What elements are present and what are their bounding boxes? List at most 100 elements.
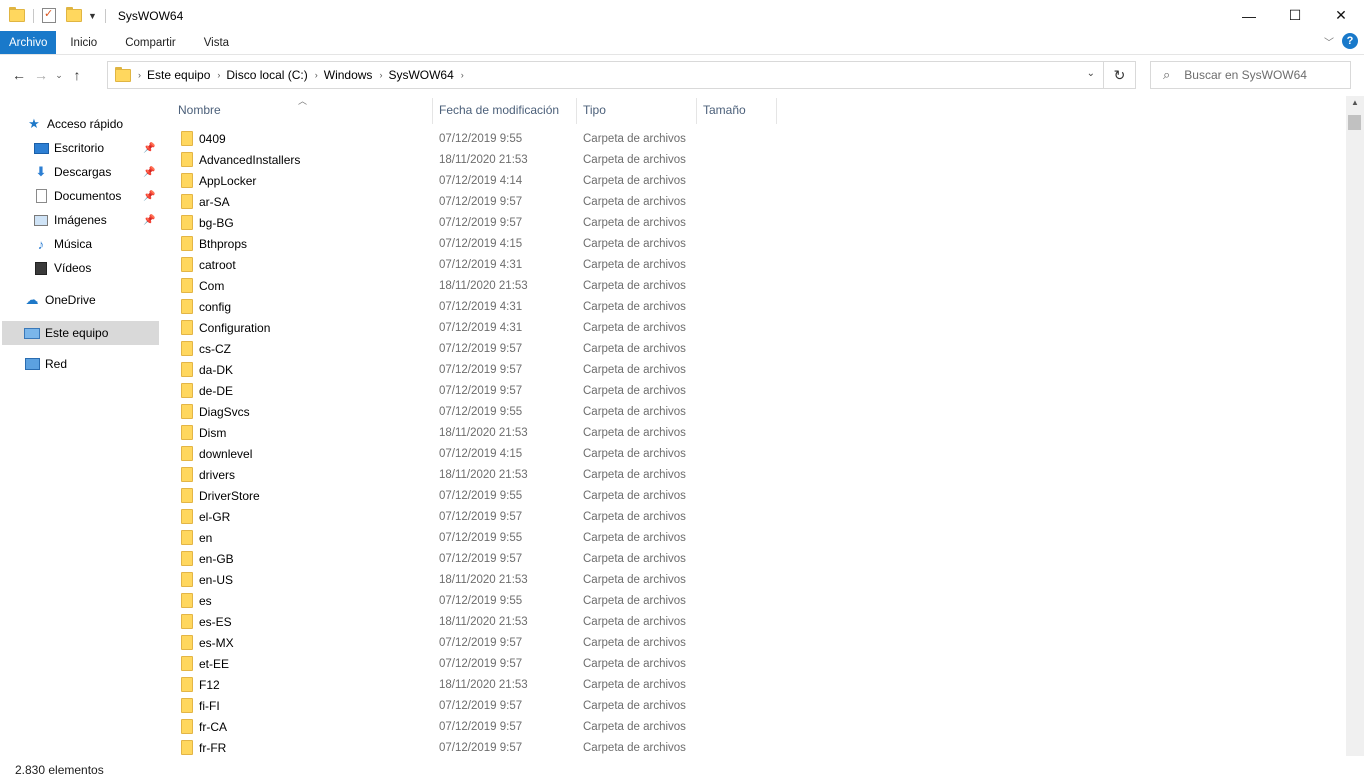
table-row[interactable]: da-DK 07/12/2019 9:57 Carpeta de archivos: [160, 359, 1340, 380]
tab-vista[interactable]: Vista: [190, 31, 243, 54]
pin-icon[interactable]: 📌: [143, 191, 155, 202]
vertical-scrollbar[interactable]: ▲: [1346, 96, 1364, 756]
file-date: 07/12/2019 9:55: [439, 531, 523, 544]
column-divider[interactable]: [576, 98, 577, 124]
table-row[interactable]: catroot 07/12/2019 4:31 Carpeta de archivo…: [160, 254, 1340, 275]
pin-icon[interactable]: 📌: [143, 143, 155, 154]
file-name: de-DE: [199, 383, 234, 398]
recent-locations-chevron-icon[interactable]: ⌄: [52, 70, 66, 81]
search-box[interactable]: ⌕: [1150, 61, 1351, 89]
column-divider[interactable]: [776, 98, 777, 124]
up-arrow-icon[interactable]: ↑: [66, 67, 88, 83]
table-row[interactable]: F12 18/11/2020 21:53 Carpeta de archivos: [160, 674, 1340, 695]
address-bar[interactable]: › Este equipo › Disco local (C:) › Windo…: [107, 61, 1104, 89]
file-type: Carpeta de archivos: [583, 678, 686, 691]
properties-icon[interactable]: [42, 7, 56, 23]
minimize-button[interactable]: —: [1226, 0, 1272, 31]
breadcrumb-windows[interactable]: Windows: [324, 68, 373, 82]
table-row[interactable]: AppLocker 07/12/2019 4:14 Carpeta de archi…: [160, 170, 1340, 191]
table-row[interactable]: Dism 18/11/2020 21:53 Carpeta de archivos: [160, 422, 1340, 443]
table-row[interactable]: config 07/12/2019 4:31 Carpeta de archivos: [160, 296, 1340, 317]
breadcrumb-separator-icon[interactable]: ›: [379, 70, 382, 80]
table-row[interactable]: downlevel 07/12/2019 4:15 Carpeta de archi…: [160, 443, 1340, 464]
folder-icon: [181, 362, 193, 377]
table-row[interactable]: cs-CZ 07/12/2019 9:57 Carpeta de archivos: [160, 338, 1340, 359]
breadcrumb-este-equipo[interactable]: Este equipo: [147, 68, 210, 82]
table-row[interactable]: fr-FR 07/12/2019 9:57 Carpeta de archivos: [160, 737, 1340, 758]
breadcrumb-separator-icon[interactable]: ›: [138, 70, 141, 80]
table-row[interactable]: el-GR 07/12/2019 9:57 Carpeta de archivos: [160, 506, 1340, 527]
file-date: 07/12/2019 4:31: [439, 300, 523, 313]
nav-item-documentos[interactable]: Documentos: [33, 185, 121, 207]
file-date: 07/12/2019 9:57: [439, 195, 523, 208]
nav-item-musica[interactable]: ♪ Música: [33, 233, 92, 255]
table-row[interactable]: drivers 18/11/2020 21:53 Carpeta de archiv…: [160, 464, 1340, 485]
table-row[interactable]: Bthprops 07/12/2019 4:15 Carpeta de archiv…: [160, 233, 1340, 254]
refresh-icon[interactable]: ↻: [1104, 61, 1136, 89]
file-type: Carpeta de archivos: [583, 741, 686, 754]
table-row[interactable]: Configuration 07/12/2019 4:31 Carpeta de a…: [160, 317, 1340, 338]
folder-icon: [181, 425, 193, 440]
scroll-up-arrow-icon[interactable]: ▲: [1346, 98, 1364, 112]
table-row[interactable]: de-DE 07/12/2019 9:57 Carpeta de archivos: [160, 380, 1340, 401]
pin-icon[interactable]: 📌: [143, 167, 155, 178]
table-row[interactable]: en-GB 07/12/2019 9:57 Carpeta de archivos: [160, 548, 1340, 569]
folder-icon: [181, 572, 193, 587]
table-row[interactable]: bg-BG 07/12/2019 9:57 Carpeta de archivos: [160, 212, 1340, 233]
breadcrumb-disco-local[interactable]: Disco local (C:): [226, 68, 307, 82]
table-row[interactable]: et-EE 07/12/2019 9:57 Carpeta de archivos: [160, 653, 1340, 674]
pin-icon[interactable]: 📌: [143, 215, 155, 226]
nav-red[interactable]: Red: [24, 353, 67, 375]
nav-item-imagenes[interactable]: Imágenes: [33, 209, 107, 231]
column-divider[interactable]: [696, 98, 697, 124]
column-header-name[interactable]: Nombre: [178, 98, 221, 122]
nav-item-videos[interactable]: Vídeos: [33, 257, 91, 279]
table-row[interactable]: en-US 18/11/2020 21:53 Carpeta de archivos: [160, 569, 1340, 590]
breadcrumb-syswow64[interactable]: SysWOW64: [388, 68, 453, 82]
table-row[interactable]: DriverStore 07/12/2019 9:55 Carpeta de arc…: [160, 485, 1340, 506]
file-date: 18/11/2020 21:53: [439, 468, 528, 481]
table-row[interactable]: es-MX 07/12/2019 9:57 Carpeta de archivos: [160, 632, 1340, 653]
file-type: Carpeta de archivos: [583, 468, 686, 481]
column-header-size[interactable]: Tamaño: [703, 98, 746, 122]
column-header-type[interactable]: Tipo: [583, 98, 606, 122]
forward-arrow-icon[interactable]: →: [30, 67, 52, 83]
file-type: Carpeta de archivos: [583, 384, 686, 397]
breadcrumb-separator-icon[interactable]: ›: [461, 70, 464, 80]
table-row[interactable]: fr-CA 07/12/2019 9:57 Carpeta de archivos: [160, 716, 1340, 737]
customize-toolbar-dropdown-icon[interactable]: ▼: [88, 11, 97, 21]
table-row[interactable]: es 07/12/2019 9:55 Carpeta de archivos: [160, 590, 1340, 611]
table-row[interactable]: Com 18/11/2020 21:53 Carpeta de archivos: [160, 275, 1340, 296]
new-folder-icon[interactable]: [66, 7, 82, 22]
scrollbar-thumb[interactable]: [1348, 115, 1361, 130]
nav-item-escritorio[interactable]: Escritorio: [33, 137, 104, 159]
help-icon[interactable]: ?: [1342, 33, 1358, 49]
table-row[interactable]: fi-FI 07/12/2019 9:57 Carpeta de archivos: [160, 695, 1340, 716]
table-row[interactable]: es-ES 18/11/2020 21:53 Carpeta de archivos: [160, 611, 1340, 632]
nav-este-equipo[interactable]: Este equipo: [2, 321, 159, 345]
table-row[interactable]: ar-SA 07/12/2019 9:57 Carpeta de archivos: [160, 191, 1340, 212]
table-row[interactable]: 0409 07/12/2019 9:55 Carpeta de archivos: [160, 128, 1340, 149]
folder-icon: [181, 320, 193, 335]
table-row[interactable]: DiagSvcs 07/12/2019 9:55 Carpeta de archiv…: [160, 401, 1340, 422]
table-row[interactable]: en 07/12/2019 9:55 Carpeta de archivos: [160, 527, 1340, 548]
maximize-button[interactable]: ☐: [1272, 0, 1318, 31]
search-input[interactable]: [1184, 68, 1345, 82]
column-header-date[interactable]: Fecha de modificación: [439, 98, 559, 122]
expand-ribbon-chevron-icon[interactable]: ﹀: [1324, 34, 1334, 49]
file-type: Carpeta de archivos: [583, 510, 686, 523]
tab-inicio[interactable]: Inicio: [56, 31, 111, 54]
folder-icon: [181, 257, 193, 272]
close-button[interactable]: ✕: [1318, 0, 1364, 31]
breadcrumb-separator-icon[interactable]: ›: [315, 70, 318, 80]
back-arrow-icon[interactable]: ←: [8, 67, 30, 83]
tab-archivo[interactable]: Archivo: [0, 31, 57, 54]
address-history-dropdown-icon[interactable]: ⌄: [1087, 68, 1095, 79]
nav-onedrive[interactable]: ☁ OneDrive: [24, 289, 96, 311]
nav-quick-access[interactable]: ★ Acceso rápido: [26, 113, 123, 135]
table-row[interactable]: AdvancedInstallers 18/11/2020 21:53 Carpet…: [160, 149, 1340, 170]
breadcrumb-separator-icon[interactable]: ›: [217, 70, 220, 80]
nav-item-descargas[interactable]: ⬇ Descargas: [33, 161, 112, 183]
tab-compartir[interactable]: Compartir: [111, 31, 189, 54]
column-divider[interactable]: [432, 98, 433, 124]
